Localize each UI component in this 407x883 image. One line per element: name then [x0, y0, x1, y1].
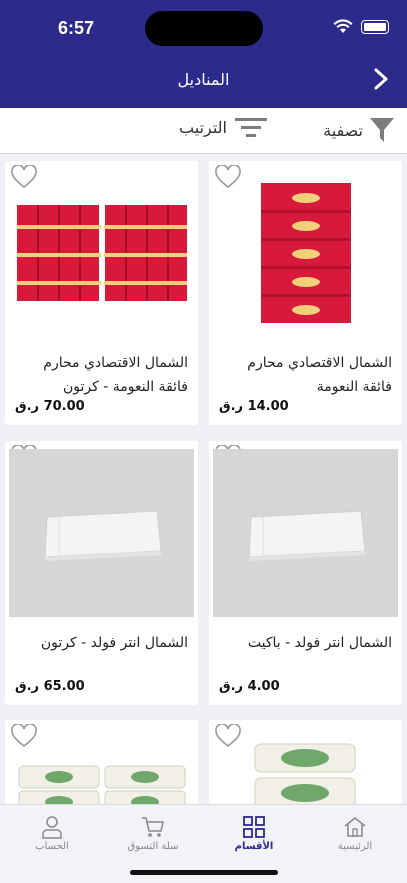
product-image	[213, 728, 398, 804]
home-icon	[344, 816, 366, 837]
white-paper-towel-icon	[247, 510, 366, 561]
sort-label: الترتيب	[179, 117, 227, 137]
tab-home[interactable]: الرئيسية	[305, 815, 405, 852]
battery-icon	[361, 19, 389, 34]
product-image	[213, 169, 398, 337]
status-time: 6:57	[58, 18, 95, 38]
product-grid: الشمال الاقتصادي محارم فائقة النعومة 14.…	[0, 154, 407, 804]
filter-button[interactable]: تصفية	[323, 116, 395, 144]
product-card[interactable]	[209, 720, 402, 804]
status-icons	[333, 19, 389, 34]
person-icon	[42, 816, 62, 839]
filter-sort-bar: تصفية الترتيب	[0, 108, 407, 154]
white-paper-towel-icon	[43, 510, 162, 561]
product-price: 70.00 ر.ق	[15, 399, 85, 414]
product-name: الشمال الاقتصادي محارم فائقة النعومة	[247, 355, 392, 395]
tab-home-label: الرئيسية	[337, 841, 373, 852]
product-card[interactable]: الشمال انتر فولد - كرتون 65.00 ر.ق	[5, 441, 198, 705]
dynamic-island	[145, 11, 263, 46]
wifi-icon	[333, 19, 353, 33]
product-image	[213, 449, 398, 617]
page-title: المناديل	[177, 70, 230, 89]
back-button[interactable]	[369, 66, 393, 92]
product-image	[9, 449, 194, 617]
product-name: الشمال انتر فولد - كرتون	[40, 635, 188, 651]
cart-icon	[142, 817, 164, 837]
product-price: 14.00 ر.ق	[219, 399, 289, 414]
product-card[interactable]: الشمال انتر فولد - باكيت 4.00 ر.ق	[209, 441, 402, 705]
product-image	[9, 169, 194, 337]
tissue-packs-carton-icon	[18, 765, 185, 804]
product-name: الشمال انتر فولد - باكيت	[247, 635, 392, 651]
bottom-tab-bar: الرئيسية الأقسام سلة التسوق الحساب	[0, 804, 407, 883]
tab-account[interactable]: الحساب	[2, 815, 102, 852]
filter-label: تصفية	[323, 120, 363, 140]
sort-button[interactable]: الترتيب	[179, 116, 267, 138]
product-card[interactable]: الشمال الاقتصادي محارم فائقة النعومة - ك…	[5, 161, 198, 425]
product-price: 4.00 ر.ق	[219, 679, 280, 694]
tab-account-label: الحساب	[35, 841, 69, 852]
product-card[interactable]	[5, 720, 198, 804]
grid-icon	[243, 816, 265, 838]
tissue-packs-icon	[254, 743, 355, 804]
sort-lines-icon	[235, 118, 267, 137]
red-tissue-carton-icon	[16, 205, 187, 301]
product-price: 65.00 ر.ق	[15, 679, 85, 694]
funnel-icon	[370, 118, 394, 142]
app-header: 6:57 المناديل	[0, 0, 407, 108]
tab-cart[interactable]: سلة التسوق	[103, 815, 203, 852]
chevron-right-icon	[374, 68, 388, 90]
home-indicator	[130, 870, 278, 875]
product-card[interactable]: الشمال الاقتصادي محارم فائقة النعومة 14.…	[209, 161, 402, 425]
tab-categories-label: الأقسام	[234, 841, 274, 852]
product-image	[9, 728, 194, 804]
red-tissue-pack-icon	[260, 183, 351, 323]
tab-cart-label: سلة التسوق	[127, 841, 179, 852]
product-name: الشمال الاقتصادي محارم فائقة النعومة - ك…	[43, 355, 188, 395]
tab-categories[interactable]: الأقسام	[204, 815, 304, 852]
